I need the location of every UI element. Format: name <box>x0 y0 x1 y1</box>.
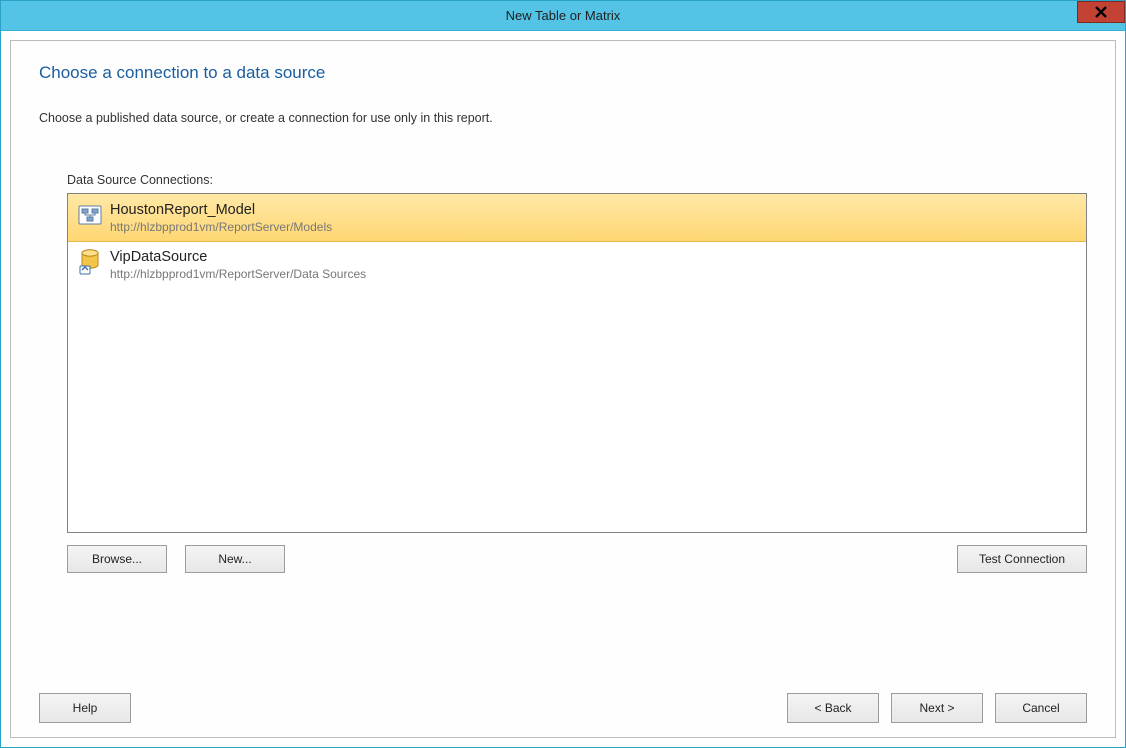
dialog-window: New Table or Matrix Choose a connection … <box>0 0 1126 748</box>
close-icon <box>1094 6 1108 18</box>
list-actions-row: Browse... New... Test Connection <box>67 545 1087 573</box>
client-area: Choose a connection to a data source Cho… <box>1 31 1125 747</box>
data-source-list[interactable]: HoustonReport_Model http://hlzbpprod1vm/… <box>67 193 1087 533</box>
data-source-path: http://hlzbpprod1vm/ReportServer/Data So… <box>110 266 366 282</box>
cancel-button[interactable]: Cancel <box>995 693 1087 723</box>
data-source-item[interactable]: HoustonReport_Model http://hlzbpprod1vm/… <box>67 193 1087 242</box>
model-icon <box>76 200 104 230</box>
browse-button[interactable]: Browse... <box>67 545 167 573</box>
page-subheading: Choose a published data source, or creat… <box>39 111 1087 125</box>
close-button[interactable] <box>1077 1 1125 23</box>
back-button[interactable]: < Back <box>787 693 879 723</box>
data-source-text: VipDataSource http://hlzbpprod1vm/Report… <box>110 247 366 282</box>
help-button[interactable]: Help <box>39 693 131 723</box>
data-source-name: VipDataSource <box>110 248 366 266</box>
window-title: New Table or Matrix <box>1 8 1125 23</box>
titlebar[interactable]: New Table or Matrix <box>1 1 1125 31</box>
page-heading: Choose a connection to a data source <box>39 63 1087 83</box>
data-source-path: http://hlzbpprod1vm/ReportServer/Models <box>110 219 332 235</box>
wizard-footer: Help < Back Next > Cancel <box>39 583 1087 723</box>
database-icon <box>76 247 104 277</box>
data-source-item[interactable]: VipDataSource http://hlzbpprod1vm/Report… <box>68 241 1086 288</box>
next-button[interactable]: Next > <box>891 693 983 723</box>
test-connection-button[interactable]: Test Connection <box>957 545 1087 573</box>
data-source-name: HoustonReport_Model <box>110 201 332 219</box>
new-button[interactable]: New... <box>185 545 285 573</box>
wizard-panel: Choose a connection to a data source Cho… <box>10 40 1116 738</box>
data-source-text: HoustonReport_Model http://hlzbpprod1vm/… <box>110 200 332 235</box>
data-source-list-label: Data Source Connections: <box>67 173 1087 187</box>
